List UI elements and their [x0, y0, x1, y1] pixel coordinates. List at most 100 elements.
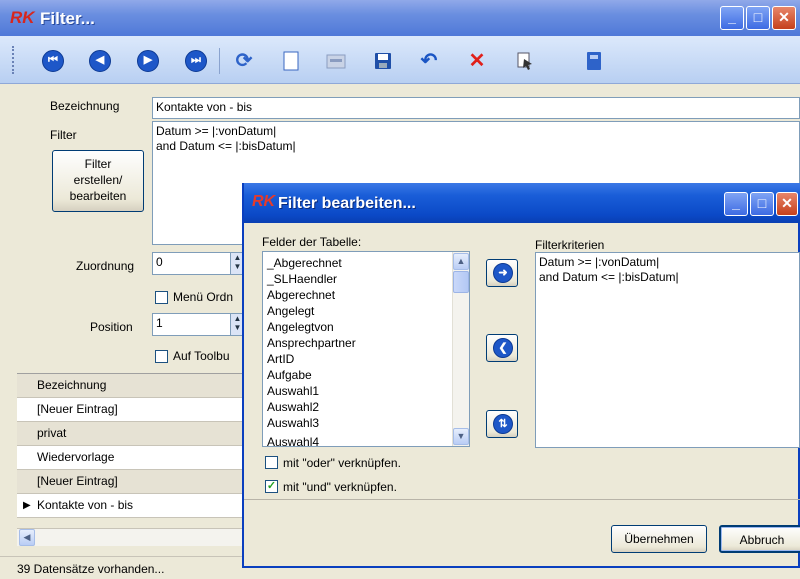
swap-icon: ⇅	[493, 414, 513, 434]
chevron-left-icon: ◀	[23, 532, 31, 542]
list-item[interactable]: Auswahl3	[267, 415, 319, 431]
fields-vertical-scrollbar[interactable]: ▲ ▼	[452, 252, 469, 446]
bezeichnung-label: Bezeichnung	[50, 99, 120, 113]
maximize-icon: □	[753, 9, 763, 25]
new-document-icon	[283, 51, 299, 71]
scroll-thumb[interactable]	[453, 271, 469, 293]
last-record-button[interactable]: ⏭	[185, 50, 207, 72]
delete-button[interactable]: ✕	[466, 50, 488, 72]
toolbar-checkbox[interactable]	[155, 350, 168, 363]
list-item[interactable]: _Abgerechnet	[267, 255, 342, 271]
grid-horizontal-scrollbar[interactable]: ◀	[17, 528, 257, 546]
zuordnung-label: Zuordnung	[76, 259, 135, 273]
grid-cell: Kontakte von - bis	[37, 498, 134, 512]
add-criterion-button[interactable]: ➜	[486, 259, 518, 287]
new-document-button[interactable]	[280, 50, 302, 72]
grid-cell: Bezeichnung	[37, 378, 107, 392]
menu-checkbox[interactable]	[155, 291, 168, 304]
grid-row[interactable]: [Neuer Eintrag]	[17, 398, 257, 422]
dialog-minimize-button[interactable]: _	[724, 192, 748, 216]
next-record-button[interactable]: ▶	[137, 50, 159, 72]
filter-edit-dialog: RK Filter bearbeiten... _ □ ✕ Felder der…	[242, 183, 800, 568]
close-icon: ✕	[781, 195, 793, 211]
undo-icon: ↶	[420, 50, 438, 72]
arrow-left-icon: ❮	[493, 338, 513, 358]
cancel-button[interactable]: Abbruch	[719, 525, 800, 553]
minimize-button[interactable]: _	[720, 6, 744, 30]
remove-criterion-button[interactable]: ❮	[486, 334, 518, 362]
filter-edit-button[interactable]: Filter erstellen/ bearbeiten	[52, 150, 144, 212]
grid-row[interactable]: Wiedervorlage	[17, 446, 257, 470]
grid-row[interactable]: Bezeichnung	[17, 374, 257, 398]
book-icon	[587, 52, 601, 70]
save-button[interactable]	[372, 50, 394, 72]
toolbar: ⏮ ◀ ▶ ⏭ ⟳ ↶ ✕	[0, 36, 800, 84]
close-icon: ✕	[778, 9, 790, 25]
next-record-icon: ▶	[143, 54, 153, 66]
grid-row-current[interactable]: ▶ Kontakte von - bis	[17, 494, 257, 518]
toolbar-checkbox-label: Auf Toolbu	[173, 349, 230, 363]
dialog-close-button[interactable]: ✕	[776, 192, 798, 216]
save-icon	[375, 53, 391, 69]
list-item[interactable]: Abgerechnet	[267, 287, 335, 303]
fields-listbox[interactable]: _Abgerechnet _SLHaendler Abgerechnet Ang…	[262, 251, 470, 447]
scroll-left-button[interactable]: ◀	[19, 529, 35, 546]
list-item[interactable]: Angelegtvon	[267, 319, 334, 335]
first-record-button[interactable]: ⏮	[42, 50, 64, 72]
grid-cell: [Neuer Eintrag]	[37, 474, 118, 488]
or-checkbox[interactable]	[265, 456, 278, 469]
swap-criterion-button[interactable]: ⇅	[486, 410, 518, 438]
position-label: Position	[90, 320, 133, 334]
window-title-bar[interactable]: RK Filter... _ □ ✕	[0, 0, 800, 36]
grid-cell: Wiedervorlage	[37, 450, 115, 464]
arrow-right-icon: ➜	[493, 263, 513, 283]
list-item[interactable]: Ansprechpartner	[267, 335, 356, 351]
delete-icon: ✕	[468, 50, 486, 72]
grid-row[interactable]: privat	[17, 422, 257, 446]
bezeichnung-input[interactable]: Kontakte von - bis	[152, 97, 800, 119]
scroll-up-button[interactable]: ▲	[453, 253, 469, 270]
apply-button[interactable]: Übernehmen	[611, 525, 707, 553]
grid-cell: [Neuer Eintrag]	[37, 402, 118, 416]
fields-label: Felder der Tabelle:	[262, 235, 362, 249]
previous-record-button[interactable]: ◀	[89, 50, 111, 72]
or-checkbox-label: mit "oder" verknüpfen.	[283, 456, 401, 470]
first-record-icon: ⏮	[48, 54, 58, 66]
list-item[interactable]: Auswahl1	[267, 383, 319, 399]
list-item[interactable]: Angelegt	[267, 303, 314, 319]
grid-row[interactable]: [Neuer Eintrag]	[17, 470, 257, 494]
maximize-button[interactable]: □	[746, 6, 770, 30]
close-button[interactable]: ✕	[772, 6, 796, 30]
minimize-icon: _	[728, 9, 736, 25]
refresh-icon: ⟳	[235, 50, 253, 72]
chevron-up-icon: ▲	[456, 256, 466, 266]
criteria-label: Filterkriterien	[535, 238, 605, 252]
dialog-title: Filter bearbeiten...	[278, 195, 416, 212]
undo-button[interactable]: ↶	[418, 50, 440, 72]
maximize-icon: □	[757, 195, 767, 211]
window-title: Filter...	[40, 9, 95, 28]
list-item[interactable]: _SLHaendler	[267, 271, 337, 287]
criteria-textarea[interactable]: Datum >= |:vonDatum| and Datum <= |:bisD…	[535, 252, 800, 448]
dialog-maximize-button[interactable]: □	[750, 192, 774, 216]
list-item[interactable]: Aufgabe	[267, 367, 312, 383]
menu-checkbox-label: Menü Ordn	[173, 290, 234, 304]
and-checkbox[interactable]: ✓	[265, 480, 278, 493]
copy-button[interactable]	[514, 50, 536, 72]
dialog-footer-divider	[244, 499, 800, 500]
edit-icon	[326, 54, 346, 69]
refresh-button[interactable]: ⟳	[233, 50, 255, 72]
filter-label: Filter	[50, 128, 77, 142]
list-item[interactable]: Auswahl2	[267, 399, 319, 415]
book-button[interactable]	[583, 50, 605, 72]
previous-record-icon: ◀	[95, 54, 105, 66]
dialog-title-bar[interactable]: RK Filter bearbeiten... _ □ ✕	[244, 183, 800, 223]
checkmark-icon: ✓	[266, 480, 277, 492]
list-item[interactable]: Auswahl4	[267, 434, 319, 446]
list-item[interactable]: ArtID	[267, 351, 294, 367]
last-record-icon: ⏭	[191, 54, 201, 66]
chevron-down-icon: ▼	[456, 431, 466, 441]
scroll-down-button[interactable]: ▼	[453, 428, 469, 445]
edit-button[interactable]	[325, 50, 347, 72]
toolbar-grip[interactable]	[12, 46, 16, 74]
